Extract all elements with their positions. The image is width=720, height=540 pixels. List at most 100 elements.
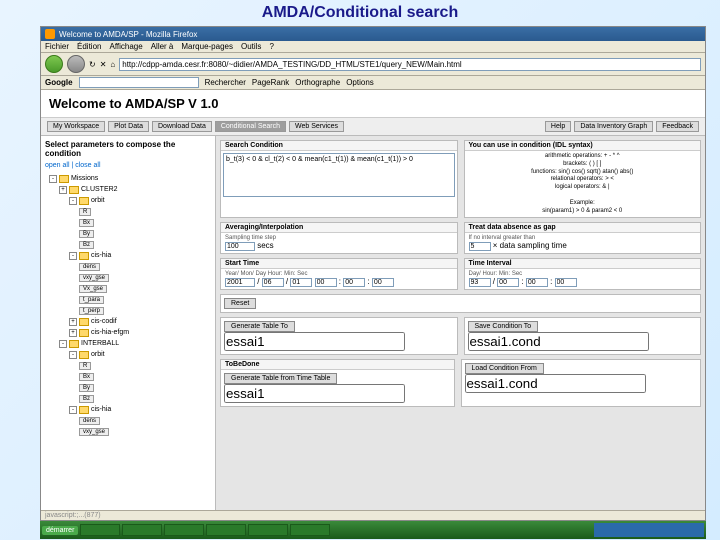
- menu-bookmarks[interactable]: Marque-pages: [181, 42, 233, 51]
- sampling-step-input[interactable]: [225, 242, 255, 251]
- load-condition-button[interactable]: Load Condition From: [465, 363, 544, 374]
- generate-table-name[interactable]: [224, 332, 405, 351]
- tree-label[interactable]: CLUSTER2: [81, 186, 118, 193]
- condition-input[interactable]: b_t(3) < 0 & cl_t(2) < 0 & mean(c1_t(1))…: [223, 153, 455, 197]
- stop-icon[interactable]: ✕: [100, 60, 107, 69]
- month-input[interactable]: [262, 278, 284, 287]
- day-input[interactable]: [290, 278, 312, 287]
- time-interval-title: Time Interval: [465, 259, 701, 269]
- tree-leaf[interactable]: R: [79, 208, 91, 216]
- menu-file[interactable]: Fichier: [45, 42, 69, 51]
- gen-from-tt-button[interactable]: Generate Table from Time Table: [224, 373, 337, 384]
- sec-input[interactable]: [372, 278, 394, 287]
- gap-value-input[interactable]: [469, 242, 491, 251]
- tree-label[interactable]: cis-hia-efgm: [91, 329, 129, 336]
- slide-title: AMDA/Conditional search: [0, 0, 720, 26]
- gbar-options[interactable]: Options: [346, 78, 374, 87]
- tree-label[interactable]: cis-hia: [91, 406, 111, 413]
- address-bar: [119, 58, 701, 71]
- start-button[interactable]: démarrer: [42, 526, 78, 535]
- tree-toggle-icon[interactable]: +: [59, 186, 67, 194]
- tree-leaf[interactable]: t_para: [79, 296, 104, 304]
- tree-toggle-icon[interactable]: -: [59, 340, 67, 348]
- menu-tools[interactable]: Outils: [241, 42, 261, 51]
- task-item[interactable]: [248, 524, 288, 536]
- tree-label[interactable]: cis-codif: [91, 318, 117, 325]
- generate-table-button[interactable]: Generate Table To: [224, 321, 295, 332]
- reload-icon[interactable]: ↻: [89, 60, 96, 69]
- main-area: Select parameters to compose the conditi…: [41, 136, 705, 510]
- tab-feedback[interactable]: Feedback: [656, 121, 699, 132]
- gbar-spellcheck[interactable]: Orthographe: [295, 78, 340, 87]
- tree-toggle-icon[interactable]: +: [69, 318, 77, 326]
- tree-leaf[interactable]: t_perp: [79, 307, 104, 315]
- menu-help[interactable]: ?: [269, 42, 273, 51]
- gen-from-tt-name[interactable]: [224, 384, 405, 403]
- tree-label[interactable]: orbit: [91, 351, 105, 358]
- task-item[interactable]: [206, 524, 246, 536]
- tree-leaf[interactable]: Bz: [79, 241, 94, 249]
- tab-download[interactable]: Download Data: [152, 121, 212, 132]
- save-condition-name[interactable]: [468, 332, 649, 351]
- tree-toggle-icon[interactable]: -: [69, 197, 77, 205]
- menu-go[interactable]: Aller à: [151, 42, 174, 51]
- tree-leaf[interactable]: Bx: [79, 373, 94, 381]
- tree-leaf[interactable]: By: [79, 384, 94, 392]
- hour-input[interactable]: [315, 278, 337, 287]
- google-search-input[interactable]: [79, 77, 199, 88]
- int-hour-input[interactable]: [497, 278, 519, 287]
- tree-label[interactable]: Missions: [71, 175, 98, 182]
- reset-button[interactable]: Reset: [224, 298, 256, 309]
- folder-icon: [69, 186, 79, 194]
- tree-toggle-icon[interactable]: +: [69, 329, 77, 337]
- time-interval-panel: Time Interval Day/ Hour: Min: Sec / : :: [464, 258, 702, 290]
- task-item[interactable]: [80, 524, 120, 536]
- int-min-input[interactable]: [526, 278, 548, 287]
- tab-webservices[interactable]: Web Services: [289, 121, 344, 132]
- int-day-input[interactable]: [469, 278, 491, 287]
- tab-help[interactable]: Help: [545, 121, 571, 132]
- task-item[interactable]: [122, 524, 162, 536]
- save-condition-button[interactable]: Save Condition To: [468, 321, 539, 332]
- home-icon[interactable]: ⌂: [110, 60, 115, 69]
- year-input[interactable]: [225, 278, 255, 287]
- menu-view[interactable]: Affichage: [109, 42, 142, 51]
- task-item[interactable]: [164, 524, 204, 536]
- tree-toggle-icon[interactable]: -: [69, 252, 77, 260]
- tree-toggle-icon[interactable]: -: [49, 175, 57, 183]
- tree-leaf[interactable]: dens: [79, 263, 100, 271]
- expand-links[interactable]: open all | close all: [45, 162, 211, 169]
- tab-inventory[interactable]: Data Inventory Graph: [574, 121, 653, 132]
- forward-button[interactable]: [67, 55, 85, 73]
- tree-toggle-icon[interactable]: -: [69, 406, 77, 414]
- tree-label[interactable]: cis-hia: [91, 252, 111, 259]
- tree-leaf[interactable]: vxy_gse: [79, 274, 109, 282]
- tree-leaf[interactable]: Bz: [79, 395, 94, 403]
- taskbar: démarrer: [40, 521, 706, 539]
- tree-leaf[interactable]: dens: [79, 417, 100, 425]
- tree-toggle-icon[interactable]: -: [69, 351, 77, 359]
- folder-icon: [79, 406, 89, 414]
- tab-conditional-search[interactable]: Conditional Search: [215, 121, 286, 132]
- tab-workspace[interactable]: My Workspace: [47, 121, 105, 132]
- system-tray[interactable]: [594, 523, 704, 537]
- load-condition-name[interactable]: [465, 374, 646, 393]
- menu-edit[interactable]: Édition: [77, 42, 101, 51]
- url-input[interactable]: [119, 58, 701, 71]
- tree-leaf[interactable]: By: [79, 230, 94, 238]
- tree-leaf[interactable]: Vx_gse: [79, 285, 107, 293]
- task-item[interactable]: [290, 524, 330, 536]
- tree-leaf[interactable]: Bx: [79, 219, 94, 227]
- back-button[interactable]: [45, 55, 63, 73]
- min-input[interactable]: [343, 278, 365, 287]
- tree-leaf[interactable]: vxy_gse: [79, 428, 109, 436]
- tree-leaf[interactable]: R: [79, 362, 91, 370]
- int-sec-input[interactable]: [555, 278, 577, 287]
- gbar-search[interactable]: Rechercher: [205, 78, 246, 87]
- tab-plot[interactable]: Plot Data: [108, 121, 149, 132]
- firefox-icon: [45, 29, 55, 39]
- gbar-pagerank[interactable]: PageRank: [252, 78, 289, 87]
- tree-label[interactable]: INTERBALL: [81, 340, 119, 347]
- tabs-row: My Workspace Plot Data Download Data Con…: [41, 118, 705, 136]
- tree-label[interactable]: orbit: [91, 197, 105, 204]
